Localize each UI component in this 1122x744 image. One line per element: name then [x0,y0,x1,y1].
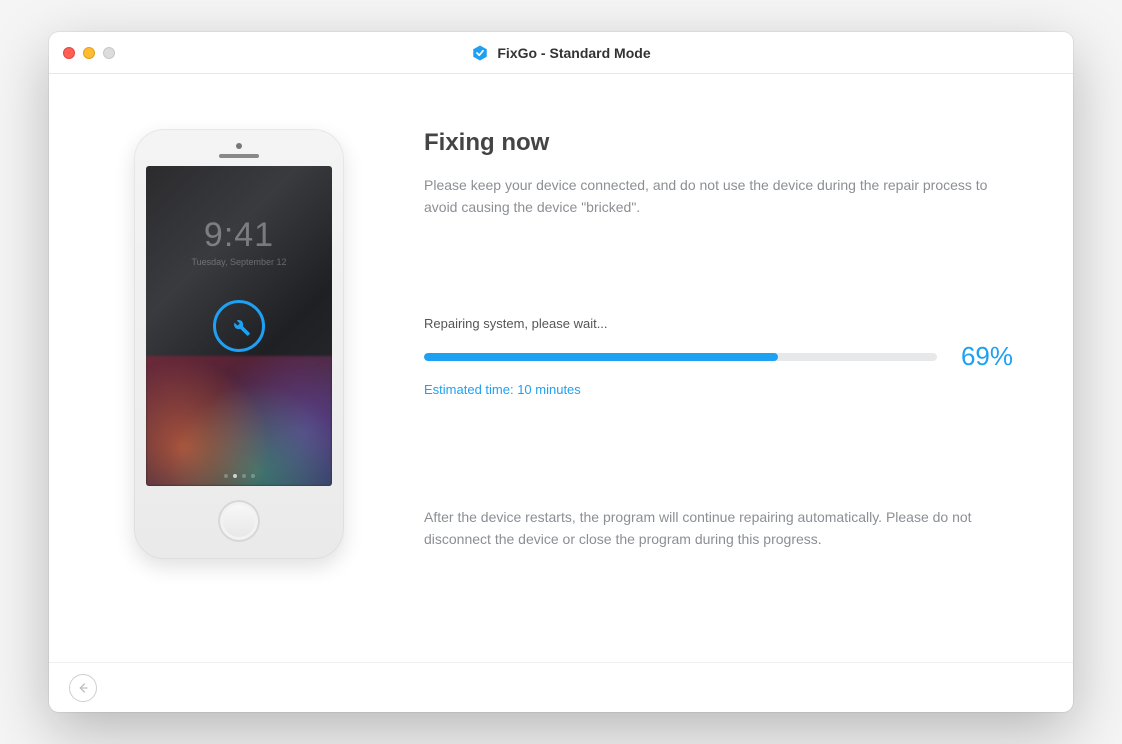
titlebar: FixGo - Standard Mode [49,32,1073,74]
app-logo-icon [471,44,489,62]
arrow-left-icon [75,680,91,696]
app-window: FixGo - Standard Mode 9:41 Tuesday, Sept… [49,32,1073,712]
progress-bar [424,353,937,361]
back-button[interactable] [69,674,97,702]
page-description: Please keep your device connected, and d… [424,175,1013,218]
pager-dots [224,474,255,478]
progress-row: 69% [424,341,1013,372]
bottom-bar [49,662,1073,712]
page-heading: Fixing now [424,129,1013,157]
close-window-button[interactable] [63,47,75,59]
window-title-text: FixGo - Standard Mode [497,45,650,61]
device-illustration-column: 9:41 Tuesday, September 12 [134,129,364,632]
phone-camera-icon [236,143,242,149]
progress-bar-fill [424,353,778,361]
progress-section: Repairing system, please wait... 69% Est… [424,316,1013,397]
progress-status-text: Repairing system, please wait... [424,316,1013,331]
wrench-icon [213,300,265,352]
phone-speaker-icon [219,154,259,158]
progress-percent: 69% [953,341,1013,372]
minimize-window-button[interactable] [83,47,95,59]
maximize-window-button [103,47,115,59]
window-controls [63,47,115,59]
estimated-time-text: Estimated time: 10 minutes [424,382,1013,397]
window-title: FixGo - Standard Mode [49,44,1073,62]
lock-screen-date: Tuesday, September 12 [191,257,286,267]
phone-illustration: 9:41 Tuesday, September 12 [134,129,344,559]
status-column: Fixing now Please keep your device conne… [424,129,1013,632]
wallpaper [146,356,332,486]
footer-note: After the device restarts, the program w… [424,507,1013,550]
phone-home-button-icon [218,500,260,542]
phone-screen: 9:41 Tuesday, September 12 [146,166,332,486]
main-content: 9:41 Tuesday, September 12 Fixing now [49,74,1073,662]
lock-screen-time: 9:41 [204,216,274,255]
phone-top [219,143,259,158]
